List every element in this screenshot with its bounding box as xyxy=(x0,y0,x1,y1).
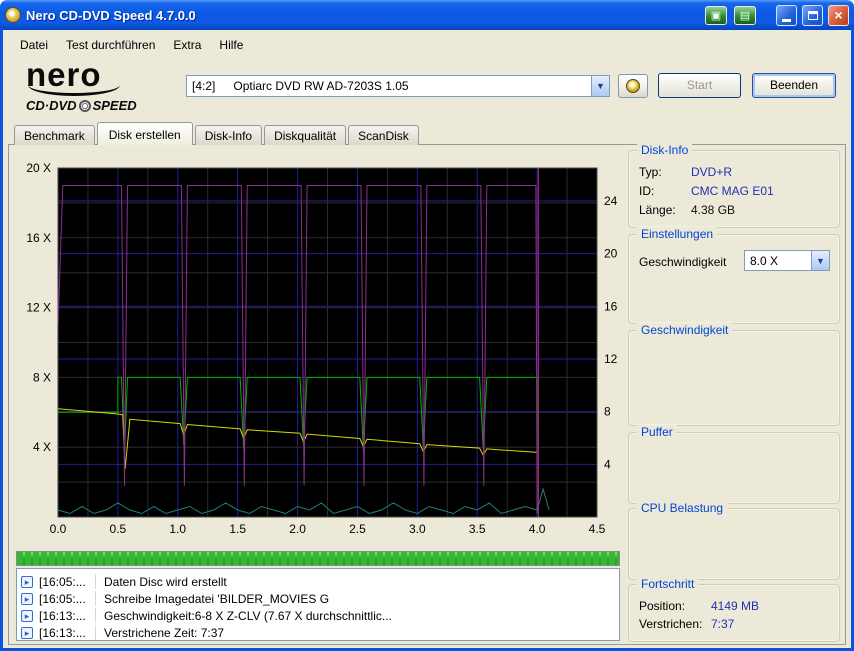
disk-length-value: 4.38 GB xyxy=(691,203,736,217)
svg-text:0.5: 0.5 xyxy=(110,522,127,536)
app-window: Nero CD-DVD Speed 4.7.0.0 ▣ ▤ × Datei Te… xyxy=(0,0,854,651)
chevron-down-icon: ▼ xyxy=(596,81,605,91)
tab-strip: Benchmark Disk erstellen Disk-Info Diskq… xyxy=(14,122,421,145)
close-icon: × xyxy=(834,7,843,23)
cpu-group: CPU Belastung xyxy=(628,501,840,580)
drive-selector[interactable]: [4:2] Optiarc DVD RW AD-7203S 1.05 ▼ xyxy=(186,75,610,97)
svg-text:1.0: 1.0 xyxy=(169,522,186,536)
svg-text:12: 12 xyxy=(604,352,618,366)
tab-scandisk[interactable]: ScanDisk xyxy=(348,125,419,145)
nero-logo-swoosh xyxy=(28,84,120,96)
svg-text:4.0: 4.0 xyxy=(529,522,546,536)
position-value: 4149 MB xyxy=(711,599,760,613)
buffer-group-title: Puffer xyxy=(637,425,677,439)
overlay-capture-button-1[interactable]: ▣ xyxy=(705,5,727,25)
chevron-down-icon: ▼ xyxy=(816,255,825,266)
menu-hilfe[interactable]: Hilfe xyxy=(210,34,252,56)
disk-id-row: ID: CMC MAG E01 xyxy=(639,184,774,198)
logo-product-left: CD·DVD xyxy=(26,98,77,113)
svg-text:8: 8 xyxy=(604,405,611,419)
svg-text:16: 16 xyxy=(604,299,618,313)
window-capture-icon: ▣ xyxy=(710,9,722,22)
speed-select-value: 8.0 X xyxy=(750,253,779,268)
progress-group: Fortschritt Position: 4149 MB Verstriche… xyxy=(628,577,840,642)
nero-logo: nero CD·DVD SPEED xyxy=(26,58,181,113)
log-entry-icon: ▸ xyxy=(21,592,33,605)
disk-info-group: Disk-Info Typ: DVD+R ID: CMC MAG E01 Län… xyxy=(628,143,840,228)
main-progress-fill xyxy=(17,552,619,565)
svg-text:20 X: 20 X xyxy=(26,161,51,175)
maximize-button[interactable] xyxy=(802,4,823,26)
svg-text:16 X: 16 X xyxy=(26,231,51,245)
disk-type-row: Typ: DVD+R xyxy=(639,165,733,179)
speed-select-dropdown-button[interactable]: ▼ xyxy=(811,251,829,270)
svg-text:2.5: 2.5 xyxy=(349,522,366,536)
speed-chart: 4 X 8 X 12 X 16 X 20 X 4 8 12 16 20 24 0.0 0.5 1.0 1.5… xyxy=(14,150,620,538)
tab-disk-erstellen[interactable]: Disk erstellen xyxy=(96,122,193,145)
maximize-icon xyxy=(807,10,818,20)
window-title: Nero CD-DVD Speed 4.7.0.0 xyxy=(26,7,196,23)
disk-id-value: CMC MAG E01 xyxy=(691,184,774,198)
overlay-capture-button-2[interactable]: ▤ xyxy=(734,5,756,25)
disk-length-row: Länge: 4.38 GB xyxy=(639,203,736,217)
close-button[interactable]: × xyxy=(828,4,849,26)
progress-group-title: Fortschritt xyxy=(637,577,699,591)
cpu-group-title: CPU Belastung xyxy=(637,501,728,515)
log-entry[interactable]: ▸ [16:13:... Verstrichene Zeit: 7:37 xyxy=(17,624,619,641)
log-entry-icon: ▸ xyxy=(21,609,33,622)
log-entry[interactable]: ▸ [16:05:... Schreibe Imagedatei 'BILDER… xyxy=(17,590,619,607)
region-capture-icon: ▤ xyxy=(739,9,751,22)
settings-group: Einstellungen Geschwindigkeit xyxy=(628,227,840,324)
minimize-button[interactable] xyxy=(776,4,797,26)
quit-button[interactable]: Beenden xyxy=(752,73,836,98)
svg-text:20: 20 xyxy=(604,247,618,261)
svg-text:0.0: 0.0 xyxy=(50,522,67,536)
start-button[interactable]: Start xyxy=(658,73,741,98)
svg-text:8 X: 8 X xyxy=(33,370,51,384)
settings-group-title: Einstellungen xyxy=(637,227,718,241)
disk-info-group-title: Disk-Info xyxy=(637,143,693,157)
disk-type-value: DVD+R xyxy=(691,165,733,179)
svg-text:2.0: 2.0 xyxy=(289,522,306,536)
elapsed-value: 7:37 xyxy=(711,617,735,631)
disc-info-button[interactable] xyxy=(618,74,648,98)
svg-text:4: 4 xyxy=(604,457,611,471)
tab-disk-info[interactable]: Disk-Info xyxy=(194,125,263,145)
tab-benchmark[interactable]: Benchmark xyxy=(14,125,95,145)
elapsed-row: Verstrichen: 7:37 xyxy=(639,617,735,631)
logo-disc-icon xyxy=(78,99,91,112)
speed-group-title: Geschwindigkeit xyxy=(637,323,733,337)
svg-text:3.5: 3.5 xyxy=(469,522,486,536)
menu-extra[interactable]: Extra xyxy=(164,34,210,56)
buffer-group: Puffer xyxy=(628,425,840,504)
drive-bus: [4:2] xyxy=(192,79,216,93)
svg-text:3.0: 3.0 xyxy=(409,522,426,536)
svg-text:1.5: 1.5 xyxy=(229,522,246,536)
svg-text:24: 24 xyxy=(604,194,618,208)
log-list: ▸ [16:05:... Daten Disc wird erstellt ▸ … xyxy=(16,568,620,641)
speed-select[interactable]: 8.0 X ▼ xyxy=(744,250,830,271)
log-entry-icon: ▸ xyxy=(21,575,33,588)
speed-group: Geschwindigkeit xyxy=(628,323,840,426)
menubar: Datei Test durchführen Extra Hilfe xyxy=(3,32,851,57)
log-entry[interactable]: ▸ [16:13:... Geschwindigkeit:6-8 X Z-CLV… xyxy=(17,607,619,624)
svg-text:12 X: 12 X xyxy=(26,301,51,315)
svg-text:4.5: 4.5 xyxy=(589,522,606,536)
log-entry-icon: ▸ xyxy=(21,626,33,639)
titlebar: Nero CD-DVD Speed 4.7.0.0 ▣ ▤ × xyxy=(0,0,854,30)
menu-test-durchfuehren[interactable]: Test durchführen xyxy=(57,34,164,56)
drive-selector-dropdown-button[interactable]: ▼ xyxy=(591,76,609,96)
speed-select-label: Geschwindigkeit xyxy=(639,255,727,269)
main-progress-bar xyxy=(16,551,620,566)
menu-datei[interactable]: Datei xyxy=(11,34,57,56)
log-entry[interactable]: ▸ [16:05:... Daten Disc wird erstellt xyxy=(17,573,619,590)
drive-name: Optiarc DVD RW AD-7203S 1.05 xyxy=(233,79,409,93)
app-disc-icon xyxy=(5,7,21,23)
logo-product-right: SPEED xyxy=(92,98,137,113)
tab-diskqualitaet[interactable]: Diskqualität xyxy=(264,125,347,145)
svg-text:4 X: 4 X xyxy=(33,440,51,454)
minimize-icon xyxy=(782,18,791,22)
position-row: Position: 4149 MB xyxy=(639,599,760,613)
disc-info-icon xyxy=(626,79,640,93)
